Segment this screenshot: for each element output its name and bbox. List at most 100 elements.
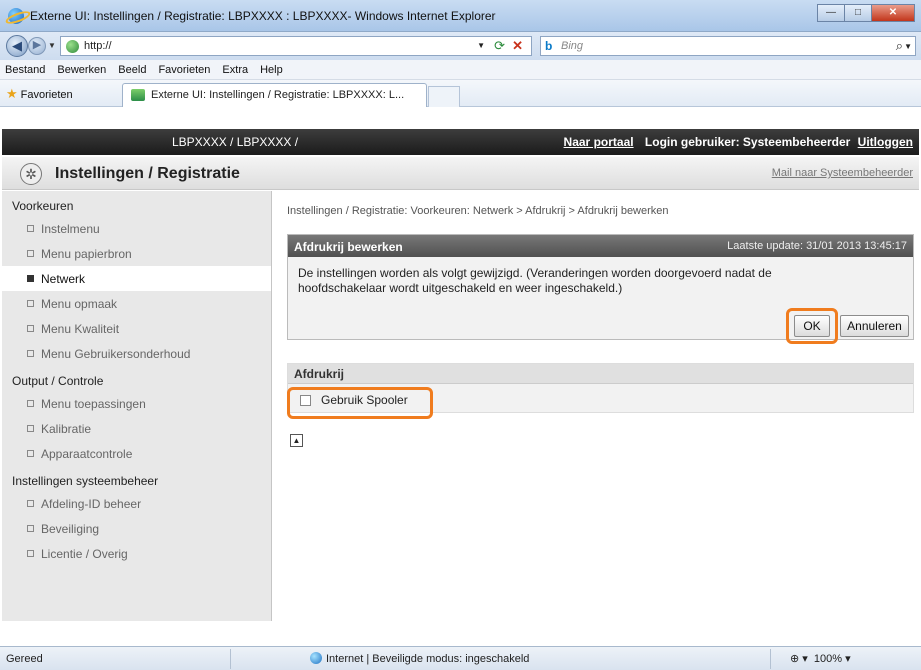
sidebar-item-beveiliging[interactable]: Beveiliging — [2, 516, 271, 541]
sidebar-item-menu-papierbron[interactable]: Menu papierbron — [2, 241, 271, 266]
search-dropdown-icon[interactable]: ▼ — [904, 42, 912, 51]
tab-page-icon — [131, 89, 145, 101]
sidebar-item-netwerk[interactable]: Netwerk — [2, 266, 271, 291]
address-toolbar: ◀ ▶ ▼ http:// ▼ ⟳ ✕ b Bing ⌕ ▼ — [0, 32, 921, 60]
cancel-button[interactable]: Annuleren — [840, 315, 909, 337]
bullet-icon — [27, 275, 34, 282]
window-titlebar: Externe UI: Instellingen / Registratie: … — [0, 0, 921, 32]
bullet-icon — [27, 550, 34, 557]
zoom-control[interactable]: ⊕ ▾ 100% ▾ — [790, 652, 851, 665]
portal-link[interactable]: Naar portaal — [564, 135, 634, 149]
window-title: Externe UI: Instellingen / Registratie: … — [30, 9, 496, 23]
sidebar-item-instelmenu[interactable]: Instelmenu — [2, 216, 271, 241]
favorites-bar: ★ Favorieten Externe UI: Instellingen / R… — [0, 80, 921, 107]
search-icon[interactable]: ⌕ — [896, 38, 903, 54]
zoom-level: 100% — [813, 653, 843, 665]
settings-gear-icon: ✲ — [20, 163, 42, 185]
sidebar-item-menu-toepassingen[interactable]: Menu toepassingen — [2, 391, 271, 416]
status-divider — [230, 649, 231, 669]
internet-explorer-icon — [8, 8, 24, 24]
device-model: LBPXXXX / LBPXXXX / — [172, 135, 299, 149]
back-button[interactable]: ◀ — [6, 35, 28, 57]
sidebar-item-label: Menu toepassingen — [41, 396, 146, 411]
menu-favorieten[interactable]: Favorieten — [158, 64, 210, 76]
search-placeholder: Bing — [561, 40, 584, 52]
sidebar-item-licentie-overig[interactable]: Licentie / Overig — [2, 541, 271, 566]
sidebar-item-menu-opmaak[interactable]: Menu opmaak — [2, 291, 271, 316]
menu-extra[interactable]: Extra — [222, 64, 248, 76]
sidebar-item-afdeling-id-beheer[interactable]: Afdeling-ID beheer — [2, 491, 271, 516]
edit-queue-panel: Afdrukrij bewerken Laatste update: 31/01… — [287, 234, 914, 344]
sidebar-section-output-controle[interactable]: Output / Controle — [2, 366, 271, 391]
favorites-label: Favorieten — [20, 89, 73, 101]
internet-zone-icon — [310, 652, 322, 664]
refresh-icon[interactable]: ⟳ — [494, 38, 505, 54]
header-user-area: Naar portaal Login gebruiker: Systeembeh… — [564, 135, 913, 149]
bullet-icon — [27, 350, 34, 357]
sidebar-item-label: Menu opmaak — [41, 296, 118, 311]
logout-link[interactable]: Uitloggen — [858, 135, 913, 149]
last-update-text: Laatste update: 31/01 2013 13:45:17 — [727, 240, 907, 252]
address-dropdown-icon[interactable]: ▼ — [477, 41, 485, 50]
sidebar-item-label: Netwerk — [41, 271, 86, 286]
sidebar-item-label: Menu papierbron — [41, 246, 132, 261]
bullet-icon — [27, 250, 34, 257]
sidebar-item-menu-gebruikersonderhoud[interactable]: Menu Gebruikersonderhoud — [2, 341, 271, 366]
bing-logo-icon: b — [545, 39, 553, 53]
sidebar-item-label: Afdeling-ID beheer — [41, 496, 142, 511]
mail-admin-link[interactable]: Mail naar Systeembeheerder — [772, 167, 913, 179]
spooler-highlight — [287, 387, 433, 419]
page-title-bar: ✲ Instellingen / Registratie Mail naar S… — [2, 157, 919, 190]
panel-title: Afdrukrij bewerken — [294, 240, 403, 254]
minimize-button[interactable]: — — [817, 4, 845, 22]
bullet-icon — [27, 525, 34, 532]
bullet-icon — [27, 500, 34, 507]
page-title: Instellingen / Registratie — [55, 165, 240, 182]
login-user-text: Login gebruiker: Systeembeheerder — [644, 135, 851, 149]
bullet-icon — [27, 325, 34, 332]
search-input[interactable]: b Bing ⌕ ▼ — [540, 36, 916, 56]
address-field[interactable]: http:// ▼ ⟳ ✕ — [60, 36, 532, 56]
main-content: Instellingen / Registratie: Voorkeuren: … — [273, 191, 919, 621]
menu-beeld[interactable]: Beeld — [118, 64, 146, 76]
bullet-icon — [27, 425, 34, 432]
sidebar: Voorkeuren Instelmenu Menu papierbron Ne… — [2, 191, 272, 621]
sidebar-section-systeembeheer[interactable]: Instellingen systeembeheer — [2, 466, 271, 491]
status-divider — [770, 649, 771, 669]
sidebar-item-label: Instelmenu — [41, 221, 100, 236]
ok-button-highlight — [786, 308, 838, 344]
new-tab-button[interactable] — [428, 86, 460, 107]
menu-help[interactable]: Help — [260, 64, 283, 76]
recent-pages-dropdown-icon[interactable]: ▼ — [48, 41, 56, 50]
sidebar-item-label: Menu Kwaliteit — [41, 321, 120, 336]
favorites-button[interactable]: ★ Favorieten — [6, 86, 73, 102]
section-title: Afdrukrij — [288, 364, 913, 384]
tab-label: Externe UI: Instellingen / Registratie: … — [151, 89, 405, 101]
sidebar-item-apparaatcontrole[interactable]: Apparaatcontrole — [2, 441, 271, 466]
menu-bestand[interactable]: Bestand — [5, 64, 45, 76]
favorites-star-icon: ★ — [6, 86, 18, 101]
menu-bewerken[interactable]: Bewerken — [57, 64, 106, 76]
address-url[interactable]: http:// — [84, 40, 112, 52]
zone-text: Internet | Beveiligde modus: ingeschakel… — [326, 653, 530, 665]
sidebar-item-menu-kwaliteit[interactable]: Menu Kwaliteit — [2, 316, 271, 341]
bullet-icon — [27, 300, 34, 307]
stop-icon[interactable]: ✕ — [512, 38, 523, 54]
sidebar-section-voorkeuren[interactable]: Voorkeuren — [2, 191, 271, 216]
maximize-button[interactable]: □ — [844, 4, 872, 22]
scroll-to-top-icon[interactable]: ▲ — [290, 434, 303, 447]
bullet-icon — [27, 225, 34, 232]
window-controls: — □ ✕ — [817, 4, 915, 22]
forward-button[interactable]: ▶ — [28, 37, 46, 55]
browser-tab[interactable]: Externe UI: Instellingen / Registratie: … — [122, 83, 427, 107]
security-zone[interactable]: Internet | Beveiligde modus: ingeschakel… — [310, 652, 529, 665]
sidebar-item-label: Apparaatcontrole — [41, 446, 133, 461]
sidebar-item-label: Menu Gebruikersonderhoud — [41, 346, 191, 361]
sidebar-item-kalibratie[interactable]: Kalibratie — [2, 416, 271, 441]
status-bar: Gereed Internet | Beveiligde modus: inge… — [0, 646, 921, 670]
sidebar-item-label: Beveiliging — [41, 521, 100, 536]
close-window-button[interactable]: ✕ — [871, 4, 915, 22]
sidebar-item-label: Kalibratie — [41, 421, 92, 436]
bullet-icon — [27, 400, 34, 407]
menu-bar: Bestand Bewerken Beeld Favorieten Extra … — [0, 60, 921, 80]
